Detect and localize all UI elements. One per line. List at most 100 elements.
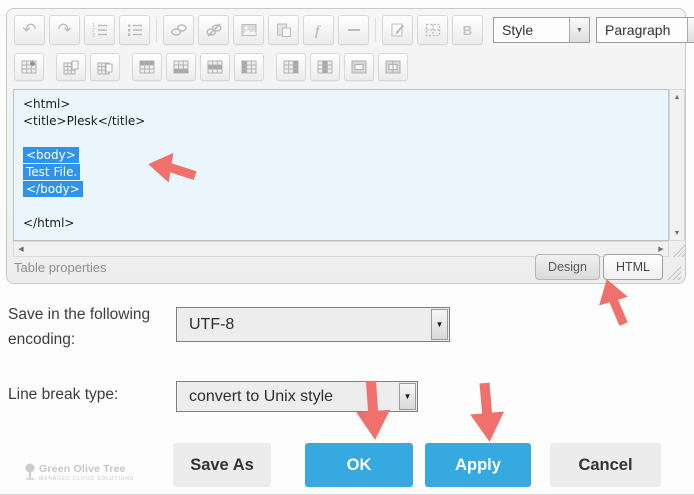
scroll-left-icon[interactable]: ◀ xyxy=(14,242,28,256)
encoding-select-value: UTF-8 xyxy=(177,308,430,341)
statusbar-path: Table properties xyxy=(14,260,107,275)
toolbar-separator xyxy=(375,18,376,42)
ordered-list-button[interactable]: 123 xyxy=(84,15,115,45)
chevron-down-icon: ▼ xyxy=(404,392,412,401)
horizontal-rule-icon xyxy=(345,21,363,39)
paragraph-format-select[interactable]: Paragraph ▼ xyxy=(596,17,694,43)
horizontal-rule-button[interactable] xyxy=(338,15,369,45)
style-select[interactable]: Style ▼ xyxy=(493,17,590,43)
code-textarea[interactable]: <html> <title>Plesk</title> <body> Test … xyxy=(13,89,669,241)
insert-column-before-icon xyxy=(241,60,257,74)
file-editor-window: ↶ ↷ 123 xyxy=(0,0,694,495)
insert-column-after-icon xyxy=(283,60,299,74)
unordered-list-button[interactable] xyxy=(119,15,150,45)
linebreak-label: Line break type: xyxy=(8,383,118,408)
insert-link-button[interactable] xyxy=(163,15,194,45)
table-cell-properties-button[interactable] xyxy=(90,53,120,81)
insert-row-before-icon xyxy=(139,60,155,74)
chevron-down-icon: ▼ xyxy=(576,27,583,34)
undo-icon: ↶ xyxy=(22,22,36,39)
unlink-icon xyxy=(205,21,223,39)
view-mode-tabs: Design HTML xyxy=(532,254,663,280)
save-as-button[interactable]: Save As xyxy=(173,443,271,487)
svg-text:f: f xyxy=(315,24,321,39)
tree-icon xyxy=(24,463,36,480)
wysiwyg-editor-panel: ↶ ↷ 123 xyxy=(6,8,686,284)
encoding-label: Save in the following encoding: xyxy=(8,303,171,353)
ordered-list-icon: 123 xyxy=(91,21,109,39)
bold-icon: B xyxy=(463,23,472,38)
annotation-arrow-apply xyxy=(464,377,510,446)
paragraph-select-dropdown-button[interactable]: ▼ xyxy=(687,18,694,42)
tab-html[interactable]: HTML xyxy=(603,254,663,280)
merge-cells-icon xyxy=(385,60,401,74)
toggle-guidelines-button[interactable] xyxy=(417,15,448,45)
insert-link-icon xyxy=(170,21,188,39)
ok-button[interactable]: OK xyxy=(305,443,413,487)
code-line-selected: <body> xyxy=(23,147,664,164)
watermark-tagline: MANAGED CLOUD SOLUTIONS xyxy=(39,476,134,482)
encoding-select-dropdown-button[interactable]: ▼ xyxy=(431,309,448,340)
style-select-dropdown-button[interactable]: ▼ xyxy=(569,18,589,42)
watermark-name: Green Olive Tree xyxy=(39,463,134,475)
merge-cells-button[interactable] xyxy=(378,53,408,81)
paragraph-select-value: Paragraph xyxy=(597,22,687,38)
insert-flash-button[interactable]: f xyxy=(303,15,334,45)
style-select-value: Style xyxy=(494,22,569,38)
toolbar-separator xyxy=(156,18,157,42)
delete-column-icon xyxy=(317,60,333,74)
editor-toolbar-row-2 xyxy=(14,53,412,81)
delete-row-button[interactable] xyxy=(200,53,230,81)
insert-row-before-button[interactable] xyxy=(132,53,162,81)
html-source-area: <html> <title>Plesk</title> <body> Test … xyxy=(13,89,685,257)
textarea-resize-grip[interactable] xyxy=(669,241,685,257)
linebreak-select-dropdown-button[interactable]: ▼ xyxy=(399,383,416,410)
insert-row-after-button[interactable] xyxy=(166,53,196,81)
undo-button[interactable]: ↶ xyxy=(14,15,45,45)
code-line-selected: </body> xyxy=(23,181,664,198)
split-cells-button[interactable] xyxy=(344,53,374,81)
insert-media-icon xyxy=(275,21,293,39)
edit-html-source-icon xyxy=(389,21,407,39)
redo-button[interactable]: ↷ xyxy=(49,15,80,45)
insert-flash-icon: f xyxy=(310,21,328,39)
panel-resize-grip[interactable] xyxy=(664,265,681,280)
insert-image-icon xyxy=(240,21,258,39)
code-line xyxy=(23,130,664,147)
scroll-down-icon[interactable]: ▼ xyxy=(670,226,684,240)
table-row-properties-button[interactable] xyxy=(56,53,86,81)
tab-design[interactable]: Design xyxy=(535,254,600,280)
code-line: <html> xyxy=(23,96,664,113)
apply-button[interactable]: Apply xyxy=(425,443,531,487)
encoding-select[interactable]: UTF-8 ▼ xyxy=(176,307,450,342)
linebreak-select-value: convert to Unix style xyxy=(177,382,398,411)
delete-column-button[interactable] xyxy=(310,53,340,81)
cancel-button[interactable]: Cancel xyxy=(550,443,661,487)
insert-table-icon xyxy=(21,60,37,74)
unordered-list-icon xyxy=(126,21,144,39)
unlink-button[interactable] xyxy=(198,15,229,45)
vertical-scrollbar[interactable]: ▲ ▼ xyxy=(669,89,685,241)
code-line: <title>Plesk</title> xyxy=(23,113,664,130)
chevron-down-icon: ▼ xyxy=(436,320,444,329)
insert-image-button[interactable] xyxy=(233,15,264,45)
watermark-logo: Green Olive Tree MANAGED CLOUD SOLUTIONS xyxy=(24,463,134,482)
split-cells-icon xyxy=(351,60,367,74)
insert-table-button[interactable] xyxy=(14,53,44,81)
linebreak-select[interactable]: convert to Unix style ▼ xyxy=(176,381,418,412)
toggle-guidelines-icon xyxy=(424,21,442,39)
scroll-up-icon[interactable]: ▲ xyxy=(670,90,684,104)
delete-row-icon xyxy=(207,60,223,74)
code-line xyxy=(23,198,664,215)
insert-media-button[interactable] xyxy=(268,15,299,45)
code-line-selected: Test File. xyxy=(23,164,664,181)
edit-html-source-button[interactable] xyxy=(382,15,413,45)
redo-icon: ↷ xyxy=(57,22,71,39)
insert-row-after-icon xyxy=(173,60,189,74)
bold-button[interactable]: B xyxy=(452,15,483,45)
insert-column-after-button[interactable] xyxy=(276,53,306,81)
insert-column-before-button[interactable] xyxy=(234,53,264,81)
editor-toolbar-row-1: ↶ ↷ 123 xyxy=(14,15,694,45)
svg-text:3: 3 xyxy=(92,33,95,39)
table-cell-properties-icon xyxy=(97,60,113,75)
